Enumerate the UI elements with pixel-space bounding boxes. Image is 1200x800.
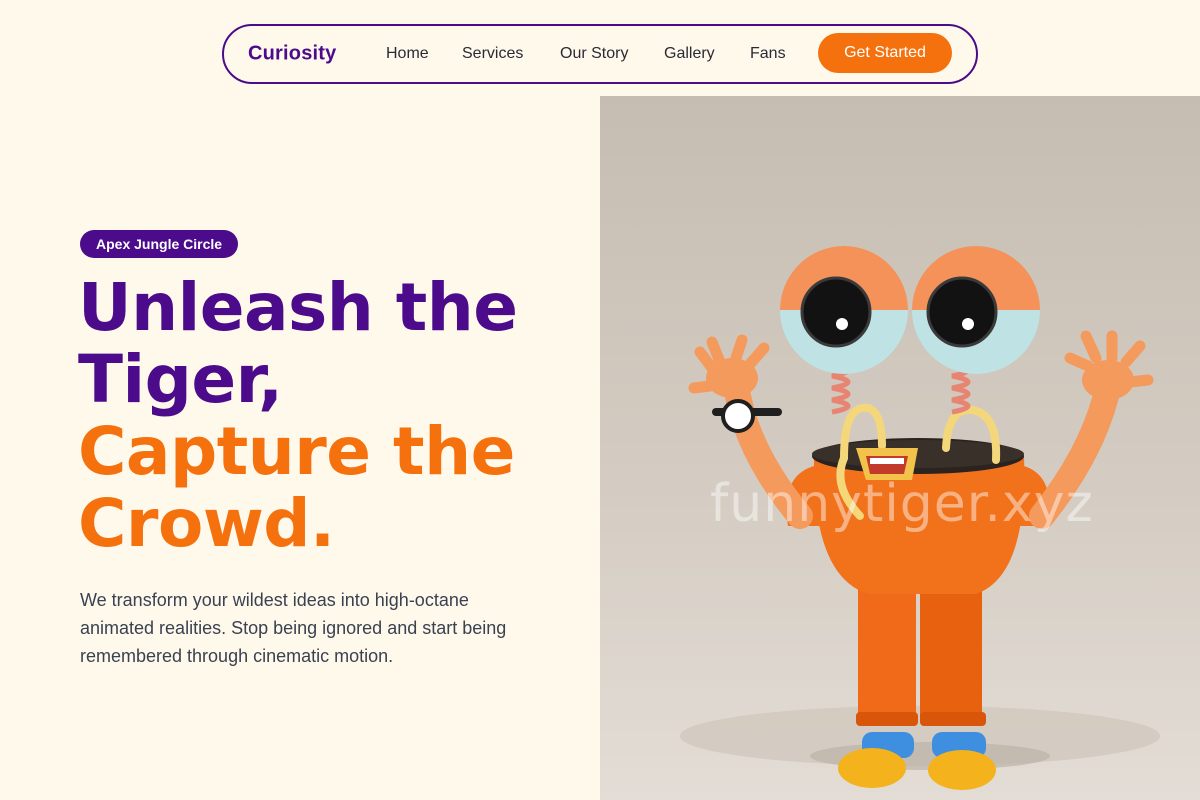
character-illustration <box>680 246 1160 790</box>
headline-line-3: Capture the <box>78 413 515 490</box>
nav-link-home[interactable]: Home <box>386 45 429 63</box>
nav-link-fans[interactable]: Fans <box>750 45 786 63</box>
headline-line-2: Tiger, <box>78 341 283 418</box>
headline-line-1: Unleash the <box>78 269 518 346</box>
get-started-button[interactable]: Get Started <box>818 33 952 73</box>
nav-link-gallery[interactable]: Gallery <box>664 45 715 63</box>
top-navbar: Curiosity Home Services Our Story Galler… <box>222 24 978 84</box>
category-badge: Apex Jungle Circle <box>80 230 239 258</box>
nav-link-services[interactable]: Services <box>462 45 523 63</box>
headline-line-4: Crowd. <box>78 485 335 562</box>
hero-character-image: funnytiger.xyz <box>600 96 1200 800</box>
hero-headline: Unleash the Tiger, Capture the Crowd. <box>78 272 598 560</box>
image-watermark: funnytiger.xyz <box>710 474 1094 534</box>
hero-description: We transform your wildest ideas into hig… <box>80 590 507 666</box>
nav-link-our-story[interactable]: Our Story <box>560 45 628 63</box>
brand-logo[interactable]: Curiosity <box>248 43 336 66</box>
